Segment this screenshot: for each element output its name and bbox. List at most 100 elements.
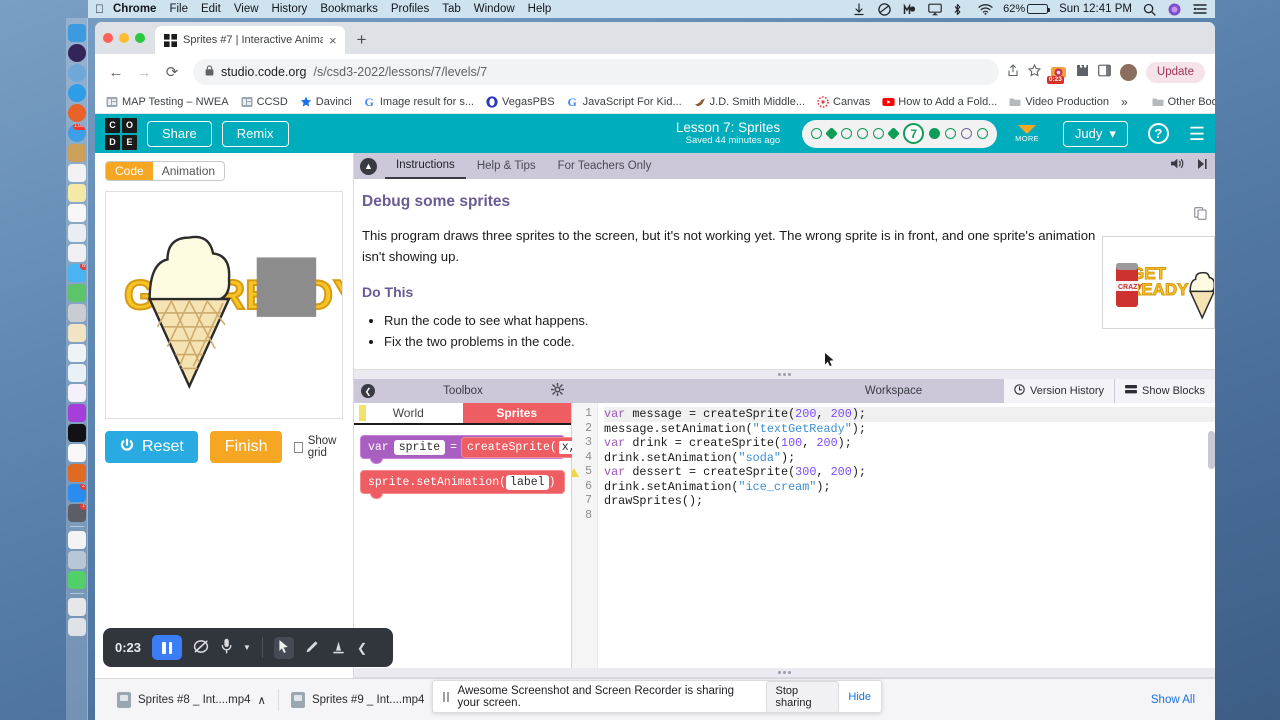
microphone-icon[interactable] [221,638,232,657]
help-button[interactable]: ? [1147,123,1169,144]
dock-icon-reminders[interactable] [67,204,86,222]
tab-for-teachers[interactable]: For Teachers Only [547,153,663,179]
instructions-tabs[interactable]: ▲ Instructions Help & Tips For Teachers … [354,153,1215,179]
bookmark-star-icon[interactable] [1027,63,1042,80]
bluetooth-icon[interactable] [953,3,967,16]
menu-profiles[interactable]: Profiles [391,3,429,15]
cursor-tool-icon[interactable] [273,636,294,659]
bookmark-other[interactable]: Other Bookma [1147,94,1215,110]
bookmark-item[interactable]: Video Production [1004,94,1114,110]
dock-icon-stickies[interactable] [67,184,86,202]
screen-recorder-toolbar[interactable]: 0:23 ▼ ❮ [103,628,393,667]
dock-icon-dictionary[interactable] [67,464,86,482]
download-icon[interactable] [853,2,867,16]
malwarebytes-icon[interactable] [903,2,917,16]
menu-window[interactable]: Window [474,3,515,15]
user-menu-button[interactable]: Judy ▾ [1062,120,1128,147]
progress-bubble[interactable] [811,128,823,139]
dock-icon-screenshot[interactable] [67,304,86,322]
collapse-toolbox-icon[interactable]: ❮ [361,384,375,398]
codeorg-logo[interactable]: C O D E [105,117,137,150]
close-window-button[interactable] [103,33,113,43]
tab-animation[interactable]: Animation [153,162,224,180]
menu-history[interactable]: History [272,3,308,15]
dock-icon-podcasts[interactable] [67,404,86,422]
microphone-caret-icon[interactable]: ▼ [243,643,251,652]
code-line[interactable]: var dessert = createSprite(300, 200); [604,465,1215,480]
bookmark-item[interactable]: MAP Testing – NWEA [101,94,234,110]
finish-button[interactable]: Finish [209,431,283,463]
menu-view[interactable]: View [234,3,259,15]
code-line[interactable] [604,509,1215,524]
bookmark-item[interactable]: G JavaScript For Kid... [562,94,687,110]
share-icon[interactable] [1007,64,1019,80]
extensions-puzzle-icon[interactable] [1076,64,1089,80]
download-caret-icon[interactable]: ∧ [258,693,266,707]
console-resize-handle[interactable] [354,668,1215,677]
dock-icon-trash[interactable] [67,618,86,636]
code-line[interactable]: drink.setAnimation("ice_cream"); [604,480,1215,495]
menu-bookmarks[interactable]: Bookmarks [320,3,378,15]
dock-icon-calendar[interactable] [67,164,86,182]
bookmark-item[interactable]: J.D. Smith Middle... [689,94,810,110]
block-slot-label[interactable]: label [506,474,549,490]
dock-icon-spotify[interactable] [67,571,86,589]
pen-tool-icon[interactable] [305,639,320,657]
close-tab-button[interactable]: × [329,34,337,47]
pause-recording-button[interactable] [152,635,183,660]
block-setanimation[interactable]: sprite .setAnimation( label ) [360,470,565,499]
battery-indicator[interactable]: 62% [1003,3,1051,15]
camera-off-icon[interactable] [193,639,210,657]
progress-bubble-diamond[interactable] [825,127,839,140]
bookmark-item[interactable]: Davinci [295,94,357,110]
download-item[interactable]: Sprites #8 _ Int....mp4 ∧ [105,691,278,708]
next-arrow-icon[interactable] [1197,157,1207,175]
stop-sharing-button[interactable]: Stop sharing [765,680,840,713]
dock-icon-chrome[interactable] [67,531,86,549]
show-blocks-button[interactable]: Show Blocks [1115,379,1215,403]
dock-icon-launchpad-space[interactable] [67,44,86,62]
side-panel-icon[interactable] [1098,64,1111,80]
editor-scrollbar[interactable] [1208,431,1215,469]
dock-icon-notes[interactable] [67,144,86,162]
toolbox-tab-world[interactable]: World [354,403,463,423]
update-button[interactable]: Update [1145,61,1205,83]
dock-icon-zoom[interactable] [67,551,86,569]
code-content[interactable]: var message = createSprite(200, 200); mes… [598,403,1215,668]
hamburger-icon[interactable]: ☰ [1189,125,1205,143]
block-var-createsprite[interactable]: var sprite = createSprite( x, [360,435,585,464]
menu-tab[interactable]: Tab [442,3,461,15]
forward-button[interactable]: → [131,59,157,85]
block-slot-sprite[interactable]: sprite [393,439,446,455]
dock-icon-pages[interactable] [67,364,86,382]
share-button[interactable]: Share [147,120,212,147]
code-line[interactable]: var drink = createSprite(100, 200); [604,436,1215,451]
speaker-icon[interactable] [1170,157,1185,175]
dock-icon-numbers[interactable] [67,344,86,362]
bookmarks-bar[interactable]: MAP Testing – NWEA CCSD Davinci G Image resu… [95,90,1215,114]
dock-icon-screenflow[interactable] [67,284,86,302]
dock-icon-keynote[interactable] [67,324,86,342]
macos-dock[interactable]: 1,093 8 2 1 [66,18,88,720]
creative-cloud-icon[interactable] [878,2,892,16]
bookmarks-overflow-chevron[interactable]: » [1116,95,1133,109]
progress-bubble[interactable] [873,128,885,139]
code-animation-tabs[interactable]: Code Animation [105,161,226,181]
code-line[interactable]: var message = createSprite(200, 200); [604,407,1215,422]
dock-icon-itunes[interactable] [67,384,86,402]
tab-help-tips[interactable]: Help & Tips [466,153,547,179]
show-grid-checkbox[interactable] [294,441,303,453]
bookmark-item[interactable]: CCSD [236,94,293,110]
dock-icon-preview[interactable] [67,224,86,242]
toolbox-category-tabs[interactable]: World Sprites [354,403,571,425]
dock-icon-downloads-folder[interactable] [67,598,86,616]
tab-instructions[interactable]: Instructions [385,153,466,179]
bookmark-item[interactable]: How to Add a Fold... [877,94,1002,110]
dock-icon-firefox[interactable] [67,104,86,122]
progress-bubble[interactable] [945,128,957,139]
dock-icon-system-preferences[interactable]: 1 [67,504,86,522]
bookmark-item[interactable]: VegasPBS [481,94,560,110]
code-line[interactable]: drawSprites(); [604,494,1215,509]
bookmark-item[interactable]: G Image result for s... [359,94,479,110]
back-button[interactable]: ← [103,59,129,85]
